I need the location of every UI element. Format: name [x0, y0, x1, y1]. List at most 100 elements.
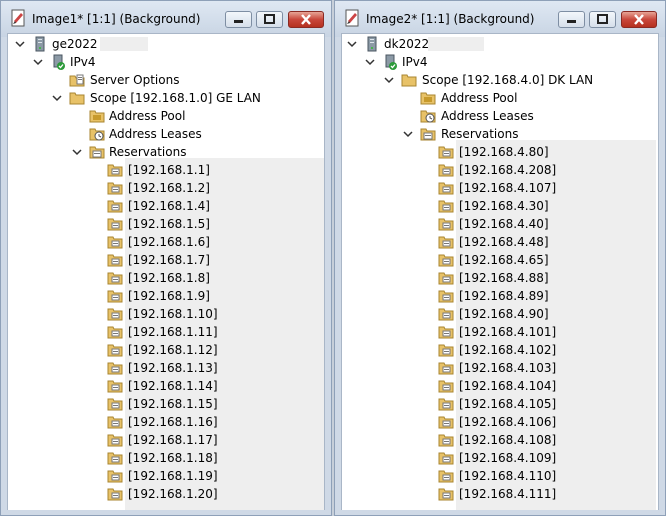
folder-icon	[401, 74, 417, 87]
address-leases-icon	[420, 110, 436, 123]
reservation-label: [192.168.4.108]	[459, 433, 557, 447]
image2-title-bar[interactable]: Image2* [1:1] (Background)	[335, 1, 665, 37]
tree-node-label: IPv4	[70, 55, 96, 69]
tree-node-label: dk2022	[384, 37, 430, 51]
tree-view[interactable]: dk2022 IPv4 Scope [192.168.4.0] DK LAN A…	[341, 33, 659, 511]
server-icon	[35, 36, 45, 52]
reservation-icon	[438, 146, 454, 159]
server-icon	[367, 36, 377, 52]
reservation-icon	[107, 470, 123, 483]
reservation-label: [192.168.4.88]	[459, 271, 549, 285]
reservation-icon	[438, 308, 454, 321]
tree-view[interactable]: ge2022 IPv4 Server Options Scope [192.16…	[7, 33, 325, 511]
close-button[interactable]	[288, 11, 324, 28]
image1-title-bar[interactable]: Image1* [1:1] (Background)	[1, 1, 331, 37]
paint-document-icon	[11, 9, 25, 27]
reservation-icon	[438, 254, 454, 267]
ipv4-network-icon	[385, 54, 397, 70]
tree-node-label: Server Options	[90, 73, 180, 87]
reservation-label: [192.168.4.107]	[459, 181, 557, 195]
minimize-button[interactable]	[225, 11, 252, 28]
reservation-label: [192.168.1.13]	[128, 361, 218, 375]
address-pool-icon	[420, 92, 436, 105]
tree-node-label: Reservations	[441, 127, 519, 141]
tree-node-label: Scope [192.168.1.0] GE LAN	[90, 91, 261, 105]
window-bottom-edge	[1, 510, 331, 515]
tree-node-label: Address Pool	[441, 91, 518, 105]
reservation-icon	[438, 416, 454, 429]
reservation-label: [192.168.1.14]	[128, 379, 218, 393]
reservation-icon	[438, 362, 454, 375]
reservation-icon	[438, 344, 454, 357]
maximize-button[interactable]	[256, 11, 283, 28]
close-icon	[634, 14, 644, 25]
reservation-label: [192.168.1.12]	[128, 343, 218, 357]
reservation-label: [192.168.1.19]	[128, 469, 218, 483]
reservation-label: [192.168.4.110]	[459, 469, 557, 483]
reservation-label: [192.168.1.18]	[128, 451, 218, 465]
reservation-label: [192.168.4.101]	[459, 325, 557, 339]
maximize-icon	[264, 14, 275, 24]
reservation-label: [192.168.4.104]	[459, 379, 557, 393]
reservation-label: [192.168.1.17]	[128, 433, 218, 447]
chevron-down-icon[interactable]	[364, 56, 376, 68]
minimize-button[interactable]	[558, 11, 585, 28]
window-bottom-edge	[335, 510, 665, 515]
reservation-label: [192.168.4.102]	[459, 343, 557, 357]
reservation-label: [192.168.4.89]	[459, 289, 549, 303]
reservation-label: [192.168.1.2]	[128, 181, 210, 195]
maximize-icon	[597, 14, 608, 24]
chevron-down-icon[interactable]	[14, 38, 26, 50]
reservation-icon	[438, 164, 454, 177]
reservation-label: [192.168.4.40]	[459, 217, 549, 231]
reservation-icon	[438, 434, 454, 447]
server-options-icon	[69, 74, 85, 87]
close-button[interactable]	[621, 11, 657, 28]
reservation-icon	[438, 218, 454, 231]
chevron-down-icon[interactable]	[346, 38, 358, 50]
minimize-icon	[234, 20, 243, 23]
window-title: Image1* [1:1] (Background)	[32, 12, 201, 26]
reservations-icon	[89, 146, 105, 159]
reservation-label: [192.168.1.11]	[128, 325, 218, 339]
maximize-button[interactable]	[589, 11, 616, 28]
tree-node-label: IPv4	[402, 55, 428, 69]
reservation-icon	[107, 362, 123, 375]
reservation-label: [192.168.1.5]	[128, 217, 210, 231]
image2-window: Image2* [1:1] (Background) dk2022 IPv4 S…	[334, 0, 666, 516]
address-pool-icon	[89, 110, 105, 123]
tree-node-label: Address Pool	[109, 109, 186, 123]
reservation-icon	[438, 182, 454, 195]
reservation-label: [192.168.1.7]	[128, 253, 210, 267]
reservation-label: [192.168.1.8]	[128, 271, 210, 285]
reservation-icon	[438, 452, 454, 465]
reservation-icon	[107, 380, 123, 393]
reservation-label: [192.168.1.20]	[128, 487, 218, 501]
chevron-down-icon[interactable]	[383, 74, 395, 86]
tree-node-label: Reservations	[109, 145, 187, 159]
tree-node-label: Address Leases	[441, 109, 534, 123]
reservation-icon	[107, 164, 123, 177]
reservation-label: [192.168.1.15]	[128, 397, 218, 411]
chevron-down-icon[interactable]	[71, 146, 83, 158]
reservation-icon	[438, 398, 454, 411]
chevron-down-icon[interactable]	[402, 128, 414, 140]
chevron-down-icon[interactable]	[32, 56, 44, 68]
reservation-label: [192.168.4.48]	[459, 235, 549, 249]
reservation-label: [192.168.4.208]	[459, 163, 557, 177]
paint-document-icon	[345, 9, 359, 27]
redacted-hostname	[428, 37, 484, 51]
reservation-label: [192.168.1.9]	[128, 289, 210, 303]
reservation-label: [192.168.1.1]	[128, 163, 210, 177]
chevron-down-icon[interactable]	[51, 92, 63, 104]
reservation-label: [192.168.4.90]	[459, 307, 549, 321]
reservation-icon	[107, 452, 123, 465]
image1-window: Image1* [1:1] (Background) ge2022 IPv4 S…	[0, 0, 332, 516]
reservation-icon	[107, 434, 123, 447]
minimize-icon	[567, 20, 576, 23]
reservation-icon	[107, 488, 123, 501]
reservation-icon	[438, 470, 454, 483]
reservation-label: [192.168.1.16]	[128, 415, 218, 429]
reservation-icon	[438, 200, 454, 213]
reservation-icon	[107, 344, 123, 357]
